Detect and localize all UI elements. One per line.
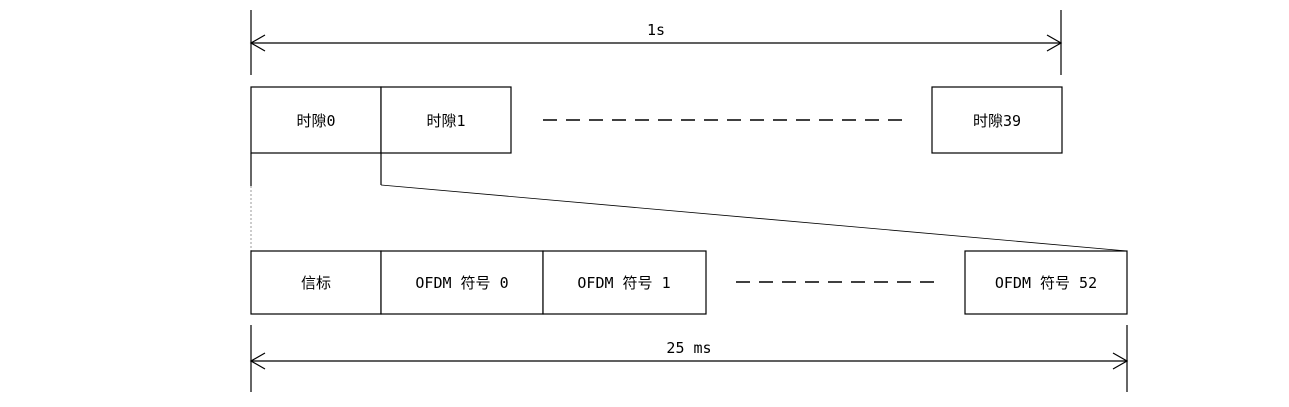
slot-0-label: 时隙0 — [296, 112, 335, 130]
ofdm-symbol-0-label: OFDM 符号 0 — [415, 274, 508, 292]
beacon-label: 信标 — [301, 274, 331, 292]
frame-duration-label: 1s — [647, 21, 665, 39]
frame-structure-diagram: 1s 时隙0 时隙1 时隙39 信标 OFDM 符号 0 OFDM 符号 1 O… — [249, 10, 1129, 392]
slot-duration-label: 25 ms — [666, 339, 711, 357]
slot-1-label: 时隙1 — [426, 112, 465, 130]
ofdm-symbol-1-label: OFDM 符号 1 — [577, 274, 670, 292]
ofdm-symbol-52-label: OFDM 符号 52 — [995, 274, 1097, 292]
zoom-right-guide — [380, 184, 1128, 252]
slot-39-label: 时隙39 — [973, 112, 1021, 130]
